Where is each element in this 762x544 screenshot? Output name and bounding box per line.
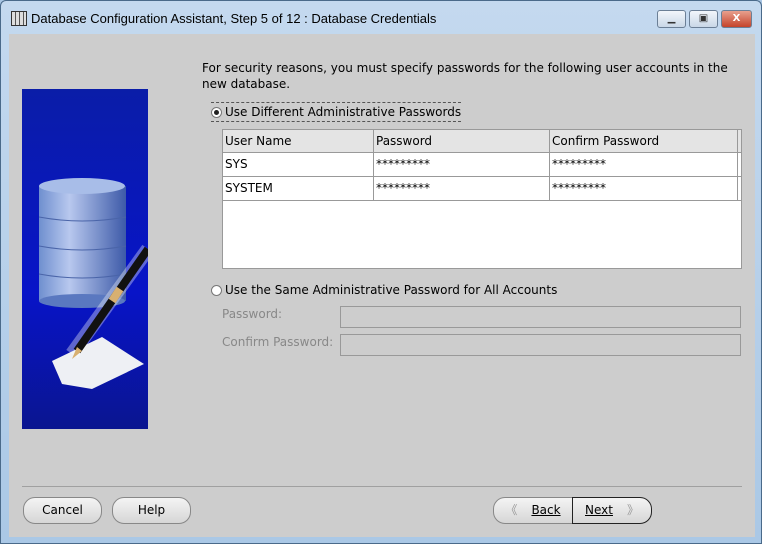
confirm-password-cell[interactable]: ********* xyxy=(550,153,738,176)
table-row: SYSTEM ********* ********* xyxy=(223,177,741,201)
user-name-cell: SYS xyxy=(223,153,374,176)
dialog-content: For security reasons, you must specify p… xyxy=(9,34,755,537)
credentials-table: User Name Password Confirm Password SYS … xyxy=(222,129,742,269)
password-cell[interactable]: ********* xyxy=(374,177,550,200)
database-illustration xyxy=(22,89,148,429)
confirm-password-cell[interactable]: ********* xyxy=(550,177,738,200)
help-button[interactable]: Help xyxy=(112,497,191,524)
confirm-password-label: Confirm Password: xyxy=(222,335,334,349)
divider xyxy=(22,486,742,487)
confirm-password-field[interactable] xyxy=(340,334,741,356)
maximize-button[interactable]: ▣ xyxy=(689,10,718,28)
title-bar: Database Configuration Assistant, Step 5… xyxy=(1,1,761,34)
close-button[interactable]: X xyxy=(721,10,752,28)
same-password-radio[interactable]: Use the Same Administrative Password for… xyxy=(211,283,557,297)
database-pen-illustration xyxy=(38,178,148,389)
chevron-right-icon: 》 xyxy=(626,503,639,517)
app-icon xyxy=(11,11,27,26)
window-title: Database Configuration Assistant, Step 5… xyxy=(31,11,437,26)
header-password: Password xyxy=(374,130,550,152)
next-label: Next xyxy=(585,503,613,517)
radio-unselected-icon xyxy=(211,284,222,296)
window: Database Configuration Assistant, Step 5… xyxy=(0,0,762,544)
different-passwords-radio[interactable]: Use Different Administrative Passwords xyxy=(211,102,462,122)
back-button[interactable]: 《 Back xyxy=(493,497,573,524)
table-header: User Name Password Confirm Password xyxy=(223,130,741,153)
password-cell[interactable]: ********* xyxy=(374,153,550,176)
minimize-button[interactable]: ▁ xyxy=(657,10,686,28)
next-button[interactable]: Next 》 xyxy=(572,497,652,524)
different-passwords-label: Use Different Administrative Passwords xyxy=(225,105,462,119)
password-label: Password: xyxy=(222,307,283,321)
password-field[interactable] xyxy=(340,306,741,328)
header-confirm-password: Confirm Password xyxy=(550,130,738,152)
intro-text: For security reasons, you must specify p… xyxy=(202,61,728,91)
back-label: Back xyxy=(531,503,561,517)
chevron-left-icon: 《 xyxy=(505,503,518,517)
cancel-button[interactable]: Cancel xyxy=(23,497,102,524)
header-user-name: User Name xyxy=(223,130,374,152)
table-row: SYS ********* ********* xyxy=(223,153,741,177)
user-name-cell: SYSTEM xyxy=(223,177,374,200)
same-password-label: Use the Same Administrative Password for… xyxy=(225,283,558,297)
radio-selected-icon xyxy=(211,106,222,118)
